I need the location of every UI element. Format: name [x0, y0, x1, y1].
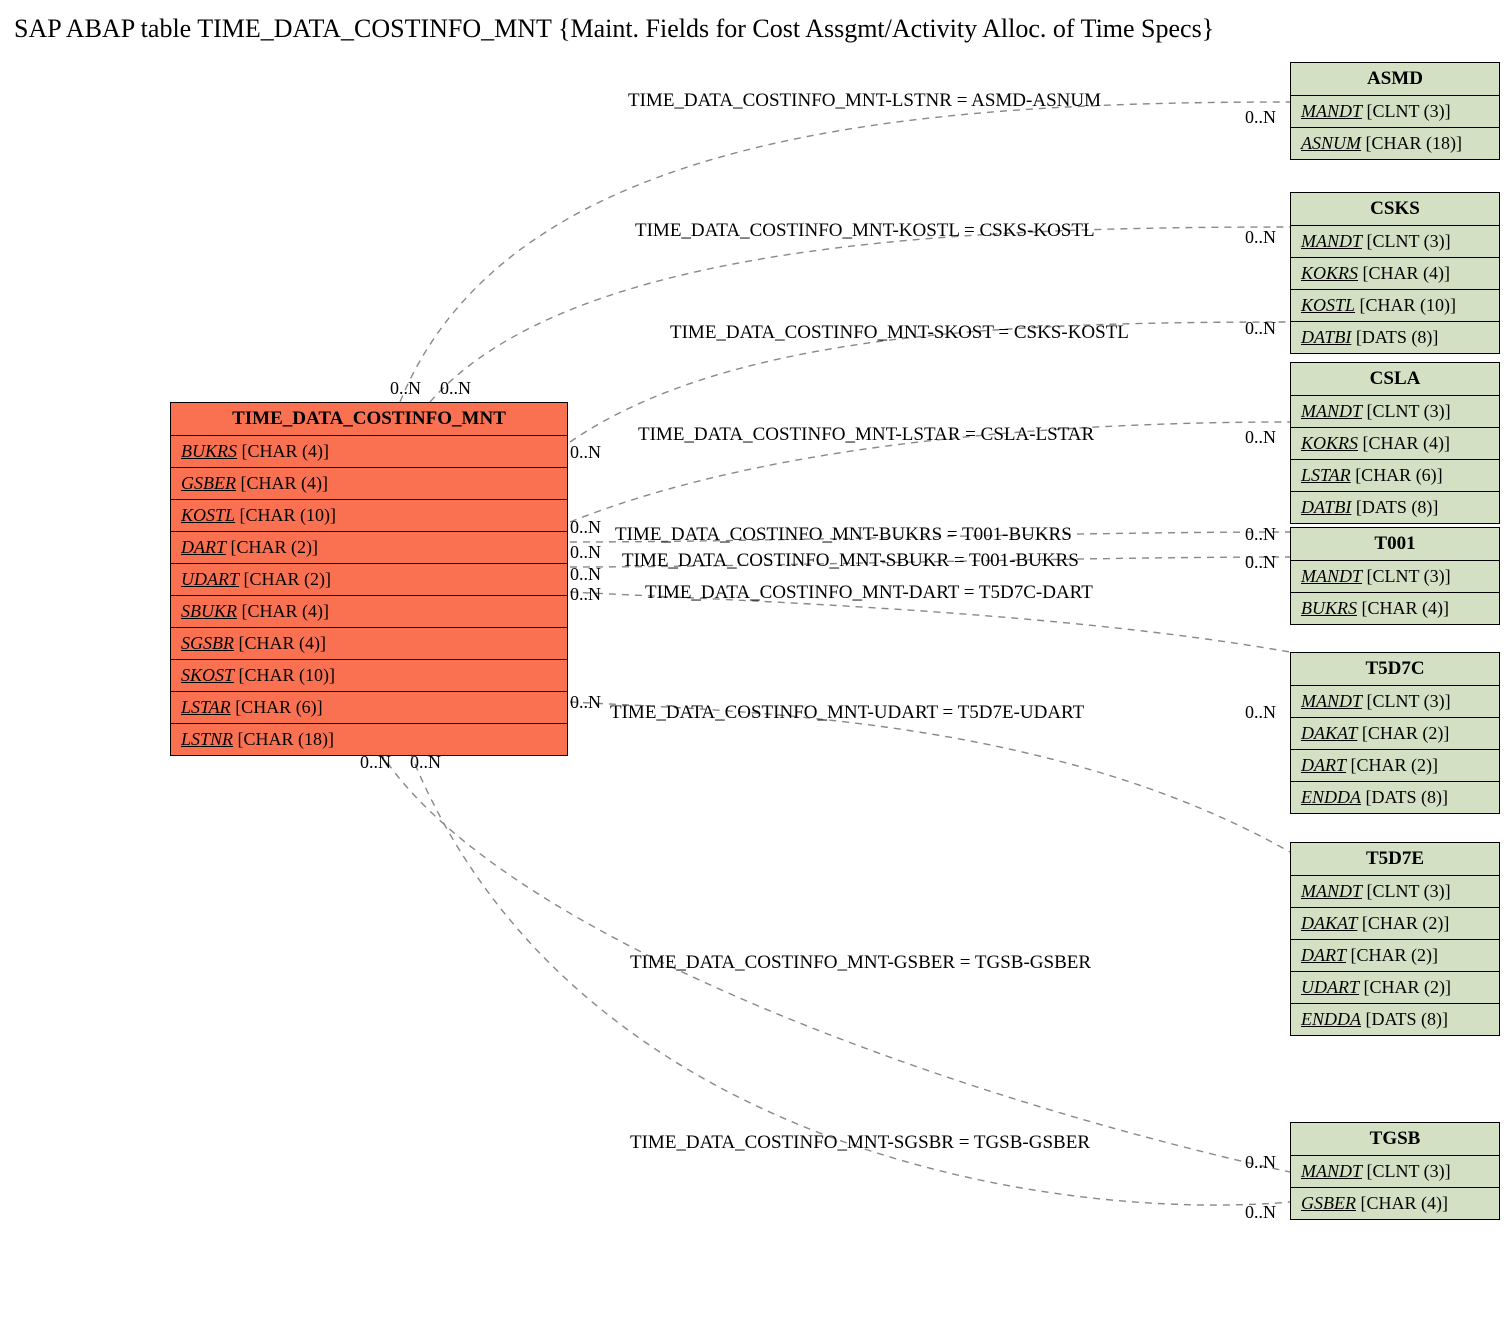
cardinality-label: 0..N — [570, 542, 601, 563]
ref-table-name: CSLA — [1291, 363, 1499, 396]
table-row: ENDDA [DATS (8)] — [1291, 1004, 1499, 1035]
cardinality-label: 0..N — [360, 752, 391, 773]
table-row: ENDDA [DATS (8)] — [1291, 782, 1499, 813]
table-row: SKOST [CHAR (10)] — [171, 660, 567, 692]
relation-label: TIME_DATA_COSTINFO_MNT-GSBER = TGSB-GSBE… — [630, 952, 1091, 974]
table-row: LSTAR [CHAR (6)] — [1291, 460, 1499, 492]
table-row: SBUKR [CHAR (4)] — [171, 596, 567, 628]
relation-label: TIME_DATA_COSTINFO_MNT-BUKRS = T001-BUKR… — [615, 524, 1072, 546]
cardinality-label: 0..N — [1245, 1152, 1276, 1173]
cardinality-label: 0..N — [570, 692, 601, 713]
ref-table-csla: CSLA MANDT [CLNT (3)] KOKRS [CHAR (4)] L… — [1290, 362, 1500, 524]
ref-table-name: T5D7E — [1291, 843, 1499, 876]
table-row: BUKRS [CHAR (4)] — [171, 436, 567, 468]
table-row: GSBER [CHAR (4)] — [171, 468, 567, 500]
cardinality-label: 0..N — [1245, 318, 1276, 339]
cardinality-label: 0..N — [1245, 702, 1276, 723]
ref-table-asmd: ASMD MANDT [CLNT (3)] ASNUM [CHAR (18)] — [1290, 62, 1500, 160]
ref-table-name: CSKS — [1291, 193, 1499, 226]
cardinality-label: 0..N — [1245, 524, 1276, 545]
table-row: SGSBR [CHAR (4)] — [171, 628, 567, 660]
main-table: TIME_DATA_COSTINFO_MNT BUKRS [CHAR (4)] … — [170, 402, 568, 756]
cardinality-label: 0..N — [1245, 552, 1276, 573]
cardinality-label: 0..N — [390, 378, 421, 399]
table-row: DAKAT [CHAR (2)] — [1291, 718, 1499, 750]
table-row: BUKRS [CHAR (4)] — [1291, 593, 1499, 624]
table-row: LSTNR [CHAR (18)] — [171, 724, 567, 755]
table-row: MANDT [CLNT (3)] — [1291, 686, 1499, 718]
ref-table-t5d7c: T5D7C MANDT [CLNT (3)] DAKAT [CHAR (2)] … — [1290, 652, 1500, 814]
relation-label: TIME_DATA_COSTINFO_MNT-SGSBR = TGSB-GSBE… — [630, 1132, 1090, 1154]
ref-table-t001: T001 MANDT [CLNT (3)] BUKRS [CHAR (4)] — [1290, 527, 1500, 625]
table-row: DAKAT [CHAR (2)] — [1291, 908, 1499, 940]
table-row: KOSTL [CHAR (10)] — [171, 500, 567, 532]
ref-table-t5d7e: T5D7E MANDT [CLNT (3)] DAKAT [CHAR (2)] … — [1290, 842, 1500, 1036]
table-row: KOKRS [CHAR (4)] — [1291, 258, 1499, 290]
cardinality-label: 0..N — [570, 564, 601, 585]
relation-label: TIME_DATA_COSTINFO_MNT-DART = T5D7C-DART — [645, 582, 1093, 604]
relation-label: TIME_DATA_COSTINFO_MNT-LSTAR = CSLA-LSTA… — [638, 424, 1094, 446]
table-row: MANDT [CLNT (3)] — [1291, 561, 1499, 593]
cardinality-label: 0..N — [570, 442, 601, 463]
cardinality-label: 0..N — [410, 752, 441, 773]
table-row: DART [CHAR (2)] — [1291, 750, 1499, 782]
table-row: KOKRS [CHAR (4)] — [1291, 428, 1499, 460]
cardinality-label: 0..N — [1245, 227, 1276, 248]
relation-label: TIME_DATA_COSTINFO_MNT-UDART = T5D7E-UDA… — [610, 702, 1084, 724]
relation-label: TIME_DATA_COSTINFO_MNT-LSTNR = ASMD-ASNU… — [628, 90, 1101, 112]
ref-table-csks: CSKS MANDT [CLNT (3)] KOKRS [CHAR (4)] K… — [1290, 192, 1500, 354]
table-row: KOSTL [CHAR (10)] — [1291, 290, 1499, 322]
cardinality-label: 0..N — [570, 584, 601, 605]
relation-label: TIME_DATA_COSTINFO_MNT-SKOST = CSKS-KOST… — [670, 322, 1129, 344]
ref-table-name: T001 — [1291, 528, 1499, 561]
table-row: MANDT [CLNT (3)] — [1291, 96, 1499, 128]
cardinality-label: 0..N — [570, 517, 601, 538]
table-row: ASNUM [CHAR (18)] — [1291, 128, 1499, 159]
cardinality-label: 0..N — [1245, 427, 1276, 448]
table-row: DATBI [DATS (8)] — [1291, 492, 1499, 523]
table-row: GSBER [CHAR (4)] — [1291, 1188, 1499, 1219]
table-row: UDART [CHAR (2)] — [1291, 972, 1499, 1004]
table-row: UDART [CHAR (2)] — [171, 564, 567, 596]
cardinality-label: 0..N — [1245, 1202, 1276, 1223]
table-row: DART [CHAR (2)] — [171, 532, 567, 564]
page-title: SAP ABAP table TIME_DATA_COSTINFO_MNT {M… — [14, 14, 1497, 44]
table-row: MANDT [CLNT (3)] — [1291, 1156, 1499, 1188]
table-row: DATBI [DATS (8)] — [1291, 322, 1499, 353]
main-table-name: TIME_DATA_COSTINFO_MNT — [171, 403, 567, 436]
diagram-canvas: TIME_DATA_COSTINFO_MNT BUKRS [CHAR (4)] … — [10, 52, 1497, 1312]
cardinality-label: 0..N — [1245, 107, 1276, 128]
relation-label: TIME_DATA_COSTINFO_MNT-SBUKR = T001-BUKR… — [622, 550, 1079, 572]
relation-label: TIME_DATA_COSTINFO_MNT-KOSTL = CSKS-KOST… — [635, 220, 1095, 242]
ref-table-name: ASMD — [1291, 63, 1499, 96]
cardinality-label: 0..N — [440, 378, 471, 399]
table-row: MANDT [CLNT (3)] — [1291, 226, 1499, 258]
table-row: DART [CHAR (2)] — [1291, 940, 1499, 972]
table-row: MANDT [CLNT (3)] — [1291, 396, 1499, 428]
ref-table-tgsb: TGSB MANDT [CLNT (3)] GSBER [CHAR (4)] — [1290, 1122, 1500, 1220]
ref-table-name: TGSB — [1291, 1123, 1499, 1156]
table-row: LSTAR [CHAR (6)] — [171, 692, 567, 724]
ref-table-name: T5D7C — [1291, 653, 1499, 686]
table-row: MANDT [CLNT (3)] — [1291, 876, 1499, 908]
